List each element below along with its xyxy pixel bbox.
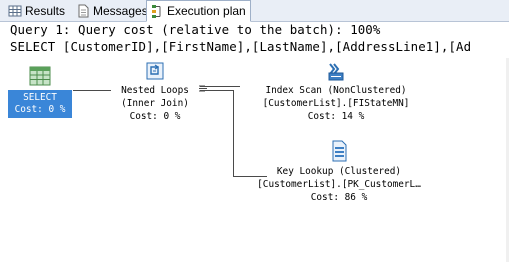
result-table-icon <box>29 66 51 86</box>
connector-select-nested <box>73 90 111 91</box>
query-cost-line: Query 1: Query cost (relative to the bat… <box>10 22 381 37</box>
index-scan-name: Index Scan (NonClustered) <box>265 85 407 96</box>
select-operator-label-box: SELECT Cost: 0 % <box>8 90 72 118</box>
select-operator-cost: Cost: 0 % <box>14 104 66 115</box>
document-icon <box>78 4 89 18</box>
nested-loops-cost: Cost: 0 % <box>129 111 181 122</box>
nested-loops-detail: (Inner Join) <box>121 98 189 109</box>
execution-plan-canvas: SELECT Cost: 0 % Nested Loops (Inner Joi… <box>0 58 509 262</box>
connector-nested-keylookup-b <box>233 90 234 176</box>
index-scan-icon <box>328 63 344 81</box>
key-lookup-name: Key Lookup (Clustered) <box>276 166 402 177</box>
index-scan-cost: Cost: 14 % <box>307 111 365 122</box>
grid-icon <box>8 5 22 17</box>
operator-nested-loops[interactable]: Nested Loops (Inner Join) Cost: 0 % <box>111 61 199 123</box>
tab-results-label: Results <box>25 4 66 18</box>
tab-messages-label: Messages <box>93 4 148 18</box>
connector-arrowhead <box>199 85 207 92</box>
index-scan-object: [CustomerList].[FIStateMN] <box>262 98 410 109</box>
tab-execution-plan-label: Execution plan <box>167 4 246 18</box>
tab-execution-plan[interactable]: Execution plan <box>146 0 251 22</box>
operator-key-lookup[interactable]: Key Lookup (Clustered) [CustomerList].[P… <box>239 140 439 204</box>
execution-plan-icon <box>152 5 161 18</box>
operator-select[interactable]: SELECT Cost: 0 % <box>8 66 72 118</box>
key-lookup-cost: Cost: 86 % <box>310 192 368 203</box>
results-tab-strip: Results Messages Execution plan <box>0 0 509 22</box>
select-operator-label: SELECT <box>23 92 57 103</box>
nested-loops-icon <box>146 62 164 80</box>
operator-index-scan[interactable]: Index Scan (NonClustered) [CustomerList]… <box>241 61 431 123</box>
tab-messages[interactable]: Messages <box>72 2 153 20</box>
tab-results[interactable]: Results <box>4 2 70 20</box>
nested-loops-name: Nested Loops <box>121 85 189 96</box>
query-sql-line: SELECT [CustomerID],[FirstName],[LastNam… <box>10 39 472 54</box>
key-lookup-icon <box>332 140 347 162</box>
key-lookup-object: [CustomerList].[PK_CustomerL… <box>257 179 421 190</box>
